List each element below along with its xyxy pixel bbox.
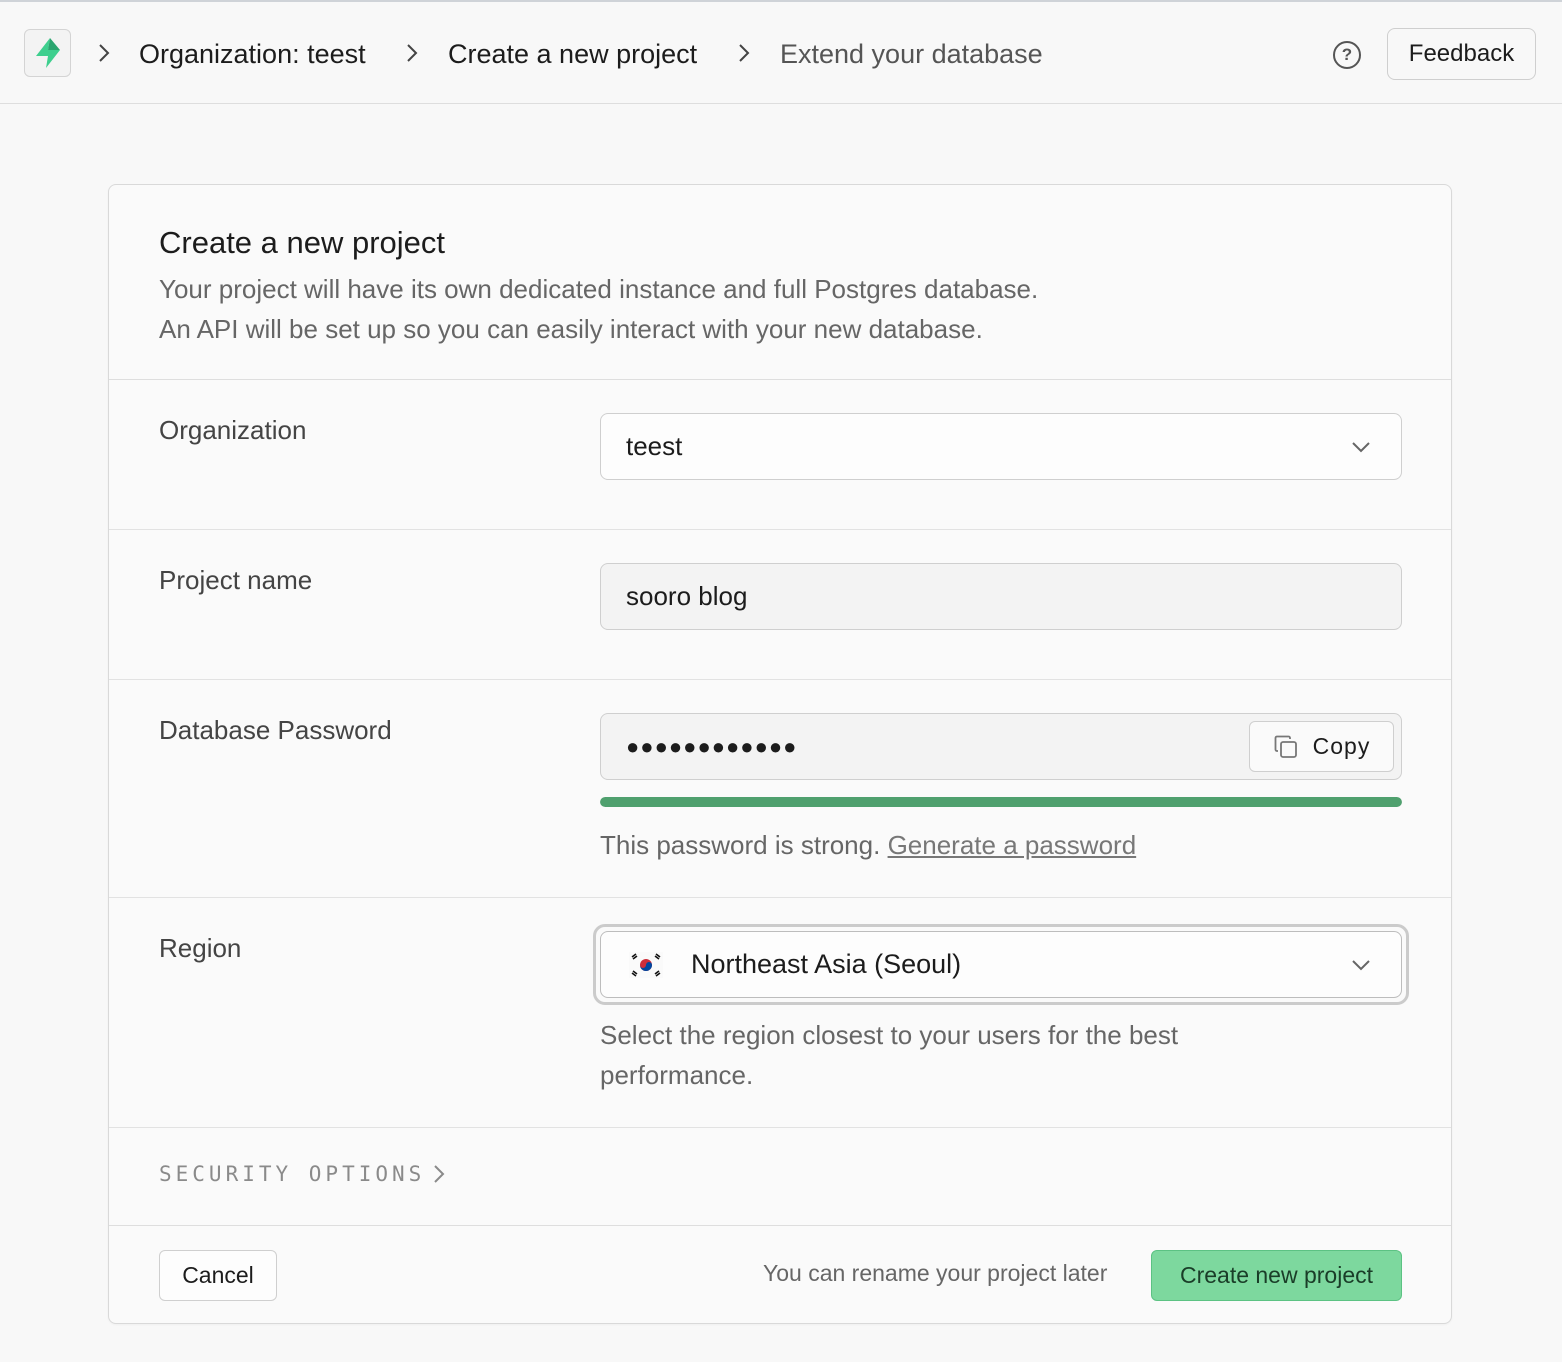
breadcrumb-organization[interactable]: Organization: teest	[139, 36, 366, 72]
description-line: Your project will have its own dedicated…	[159, 274, 1039, 304]
password-label: Database Password	[159, 715, 392, 745]
card-header: Create a new project Your project will h…	[109, 185, 1451, 380]
chevron-right-icon	[403, 39, 421, 67]
password-input[interactable]: ●●●●●●●●●●●● Copy	[600, 713, 1402, 780]
chevron-right-icon	[95, 39, 113, 67]
chevron-right-icon	[434, 1165, 445, 1183]
region-select[interactable]: Northeast Asia (Seoul)	[600, 931, 1402, 998]
feedback-button[interactable]: Feedback	[1387, 28, 1536, 80]
rename-note: You can rename your project later	[763, 1260, 1108, 1286]
description-line: An API will be set up so you can easily …	[159, 314, 983, 344]
organization-select[interactable]: teest	[600, 413, 1402, 480]
password-strength-fill	[600, 797, 1402, 807]
organization-label: Organization	[159, 415, 307, 445]
region-value: Northeast Asia (Seoul)	[691, 949, 962, 979]
breadcrumb-extend-database[interactable]: Extend your database	[780, 36, 1043, 72]
cancel-button[interactable]: Cancel	[159, 1250, 277, 1301]
project-name-value: sooro blog	[626, 581, 748, 611]
copy-icon	[1274, 735, 1297, 758]
password-hint: This password is strong. Generate a pass…	[600, 825, 1136, 865]
chevron-down-icon	[1352, 442, 1370, 453]
chevron-down-icon	[1352, 960, 1370, 971]
supabase-logo-icon	[35, 38, 60, 68]
create-project-button[interactable]: Create new project	[1151, 1250, 1402, 1301]
copy-button[interactable]: Copy	[1249, 721, 1394, 772]
chevron-right-icon	[735, 39, 753, 67]
password-value: ●●●●●●●●●●●●	[626, 733, 798, 759]
page-title: Create a new project	[159, 225, 446, 260]
security-options-label: SECURITY OPTIONS	[159, 1162, 426, 1186]
security-options-toggle[interactable]: SECURITY OPTIONS	[159, 1162, 445, 1186]
card-footer: Cancel You can rename your project later…	[109, 1225, 1451, 1325]
create-project-card: Create a new project Your project will h…	[108, 184, 1452, 1324]
project-name-input[interactable]: sooro blog	[600, 563, 1402, 630]
project-name-row: Project name sooro blog	[109, 530, 1451, 680]
card-description: Your project will have its own dedicated…	[159, 269, 1038, 349]
password-strength-text: This password is strong.	[600, 830, 881, 860]
generate-password-link[interactable]: Generate a password	[888, 830, 1137, 860]
region-hint: Select the region closest to your users …	[600, 1020, 1179, 1090]
supabase-logo-button[interactable]	[24, 29, 71, 77]
top-bar: Organization: teest Create a new project…	[0, 0, 1562, 104]
region-label: Region	[159, 933, 242, 963]
password-row: Database Password ●●●●●●●●●●●● Copy	[109, 680, 1451, 898]
copy-label: Copy	[1312, 733, 1371, 759]
organization-value: teest	[626, 431, 683, 461]
breadcrumb-create-project[interactable]: Create a new project	[448, 36, 697, 72]
organization-row: Organization teest	[109, 380, 1451, 530]
project-name-label: Project name	[159, 565, 313, 595]
help-circle-icon[interactable]: ?	[1333, 41, 1361, 69]
south-korea-flag-icon	[629, 951, 663, 978]
password-strength-bar	[600, 797, 1402, 807]
